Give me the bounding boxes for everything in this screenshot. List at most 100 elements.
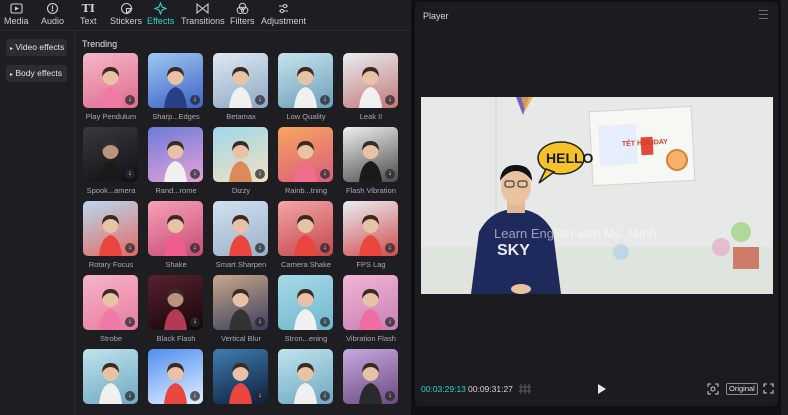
effect-label: Betamax — [226, 112, 256, 121]
timeline-grid-icon[interactable] — [519, 384, 531, 394]
fit-screen-icon[interactable] — [707, 383, 719, 395]
effect-thumbnail[interactable]: ↓ — [278, 127, 333, 182]
tab-effects-label: Effects — [147, 16, 175, 26]
effect-thumbnail[interactable]: ↓ — [213, 275, 268, 330]
caret-right-icon: ▸ — [10, 46, 14, 52]
effect-label: Rand...rome — [155, 186, 197, 195]
download-icon[interactable]: ↓ — [320, 169, 330, 179]
tab-bar: Media Audio TI Text Stickers Effects Tra… — [0, 0, 411, 31]
effect-thumbnail[interactable]: ↓ — [213, 53, 268, 108]
menu-icon[interactable] — [759, 10, 768, 19]
download-icon[interactable]: ↓ — [190, 243, 200, 253]
tab-text-label: Text — [80, 16, 97, 26]
download-icon[interactable]: ↓ — [385, 95, 395, 105]
download-icon[interactable]: ↓ — [320, 95, 330, 105]
download-icon[interactable]: ↓ — [320, 317, 330, 327]
effect-label: Rainb...tning — [284, 186, 328, 195]
download-icon[interactable]: ↓ — [320, 391, 330, 401]
effect-label: Camera Shake — [280, 260, 332, 269]
play-icon[interactable] — [597, 383, 607, 395]
effect-label: Strobe — [99, 334, 123, 343]
caret-right-icon: ▸ — [10, 72, 14, 78]
download-icon[interactable]: ↓ — [255, 169, 265, 179]
effect-thumbnail[interactable]: ↓ — [148, 53, 203, 108]
download-icon[interactable]: ↓ — [190, 317, 200, 327]
download-icon[interactable]: ↓ — [190, 169, 200, 179]
download-icon[interactable]: ↓ — [125, 391, 135, 401]
effect-label: Play Pendulum — [85, 112, 137, 121]
speech-bubble-text: HELLO — [546, 150, 594, 166]
original-ratio-button[interactable]: Original — [726, 383, 758, 395]
effect-thumbnail[interactable]: ↓ — [83, 201, 138, 256]
download-icon[interactable]: ↓ — [255, 243, 265, 253]
effect-thumbnail[interactable]: ↓ — [343, 53, 398, 108]
effect-thumbnail[interactable]: ↓ — [343, 201, 398, 256]
tab-audio-label: Audio — [41, 16, 65, 26]
tab-filters[interactable]: Filters — [230, 2, 255, 27]
download-icon[interactable]: ↓ — [255, 95, 265, 105]
effect-thumbnail[interactable]: ↓ — [83, 127, 138, 182]
video-preview[interactable]: TẾT HOLIDAY HELLO SKY Learn English with… — [421, 97, 773, 294]
tab-adjustment[interactable]: Adjustment — [261, 2, 306, 27]
tab-transitions[interactable]: Transitions — [181, 2, 225, 27]
effect-thumbnail[interactable]: ↓ — [83, 275, 138, 330]
download-icon[interactable]: ↓ — [125, 243, 135, 253]
player-panel: Player TẾT HOLIDAY HELLO SKY Learn Engli… — [415, 2, 778, 406]
download-icon[interactable]: ↓ — [320, 243, 330, 253]
effect-thumbnail[interactable]: ↓ — [278, 53, 333, 108]
effect-thumbnail[interactable]: ↓ — [278, 349, 333, 404]
effect-thumbnail[interactable]: ↓ — [213, 349, 268, 404]
effect-thumbnail[interactable]: ↓ — [278, 201, 333, 256]
adjustment-icon — [277, 2, 291, 15]
stickers-icon — [119, 2, 133, 15]
effect-thumbnail[interactable]: ↓ — [148, 349, 203, 404]
sidebar-item-video-effects[interactable]: ▸ Video effects — [6, 39, 67, 56]
effect-thumbnail[interactable]: ↓ — [148, 275, 203, 330]
effect-label: Dizzy — [231, 186, 251, 195]
tab-audio[interactable]: Audio — [41, 2, 64, 27]
effect-thumbnail[interactable]: ↓ — [343, 349, 398, 404]
tab-media[interactable]: Media — [4, 2, 29, 27]
video-watermark: Learn English with Ms. Minh — [494, 226, 657, 241]
download-icon[interactable]: ↓ — [125, 95, 135, 105]
effect-thumbnail[interactable]: ↓ — [83, 53, 138, 108]
effect-thumbnail[interactable]: ↓ — [83, 349, 138, 404]
effect-thumbnail[interactable]: ↓ — [213, 201, 268, 256]
effect-thumbnail[interactable]: ↓ — [148, 201, 203, 256]
download-icon[interactable]: ↓ — [190, 95, 200, 105]
effects-grid: Trending ↓ Play Pendulum ↓ Sharp...Edges ↓ Be… — [76, 31, 411, 415]
tab-text[interactable]: TI Text — [80, 2, 97, 27]
download-icon[interactable]: ↓ — [255, 391, 265, 401]
download-icon[interactable]: ↓ — [385, 391, 395, 401]
effect-label: Shake — [165, 260, 187, 269]
section-title: Trending — [82, 39, 118, 49]
effect-thumbnail[interactable]: ↓ — [343, 127, 398, 182]
effect-thumbnail[interactable]: ↓ — [148, 127, 203, 182]
download-icon[interactable]: ↓ — [385, 169, 395, 179]
fullscreen-icon[interactable] — [763, 383, 774, 394]
sidebar-item-label: Body effects — [15, 68, 63, 78]
effects-icon — [154, 2, 168, 15]
tab-effects[interactable]: Effects — [147, 2, 174, 27]
effect-label: Stron...ening — [284, 334, 328, 343]
download-icon[interactable]: ↓ — [255, 317, 265, 327]
download-icon[interactable]: ↓ — [125, 169, 135, 179]
effect-label: Spook...amera — [86, 186, 136, 195]
audio-icon — [46, 2, 60, 15]
effects-sidebar: ▸ Video effects ▸ Body effects — [0, 31, 75, 415]
current-time: 00:03:29:13 — [421, 384, 466, 394]
effect-thumbnail[interactable]: ↓ — [343, 275, 398, 330]
effect-thumbnail[interactable]: ↓ — [278, 275, 333, 330]
download-icon[interactable]: ↓ — [190, 391, 200, 401]
media-icon — [9, 2, 23, 15]
download-icon[interactable]: ↓ — [385, 317, 395, 327]
effect-label: Black Flash — [156, 334, 196, 343]
tab-filters-label: Filters — [230, 16, 255, 26]
effect-thumbnail[interactable]: ↓ — [213, 127, 268, 182]
download-icon[interactable]: ↓ — [385, 243, 395, 253]
tab-stickers[interactable]: Stickers — [110, 2, 142, 27]
tab-stickers-label: Stickers — [110, 16, 143, 26]
svg-text:SKY: SKY — [497, 242, 530, 259]
sidebar-item-body-effects[interactable]: ▸ Body effects — [6, 65, 67, 82]
download-icon[interactable]: ↓ — [125, 317, 135, 327]
